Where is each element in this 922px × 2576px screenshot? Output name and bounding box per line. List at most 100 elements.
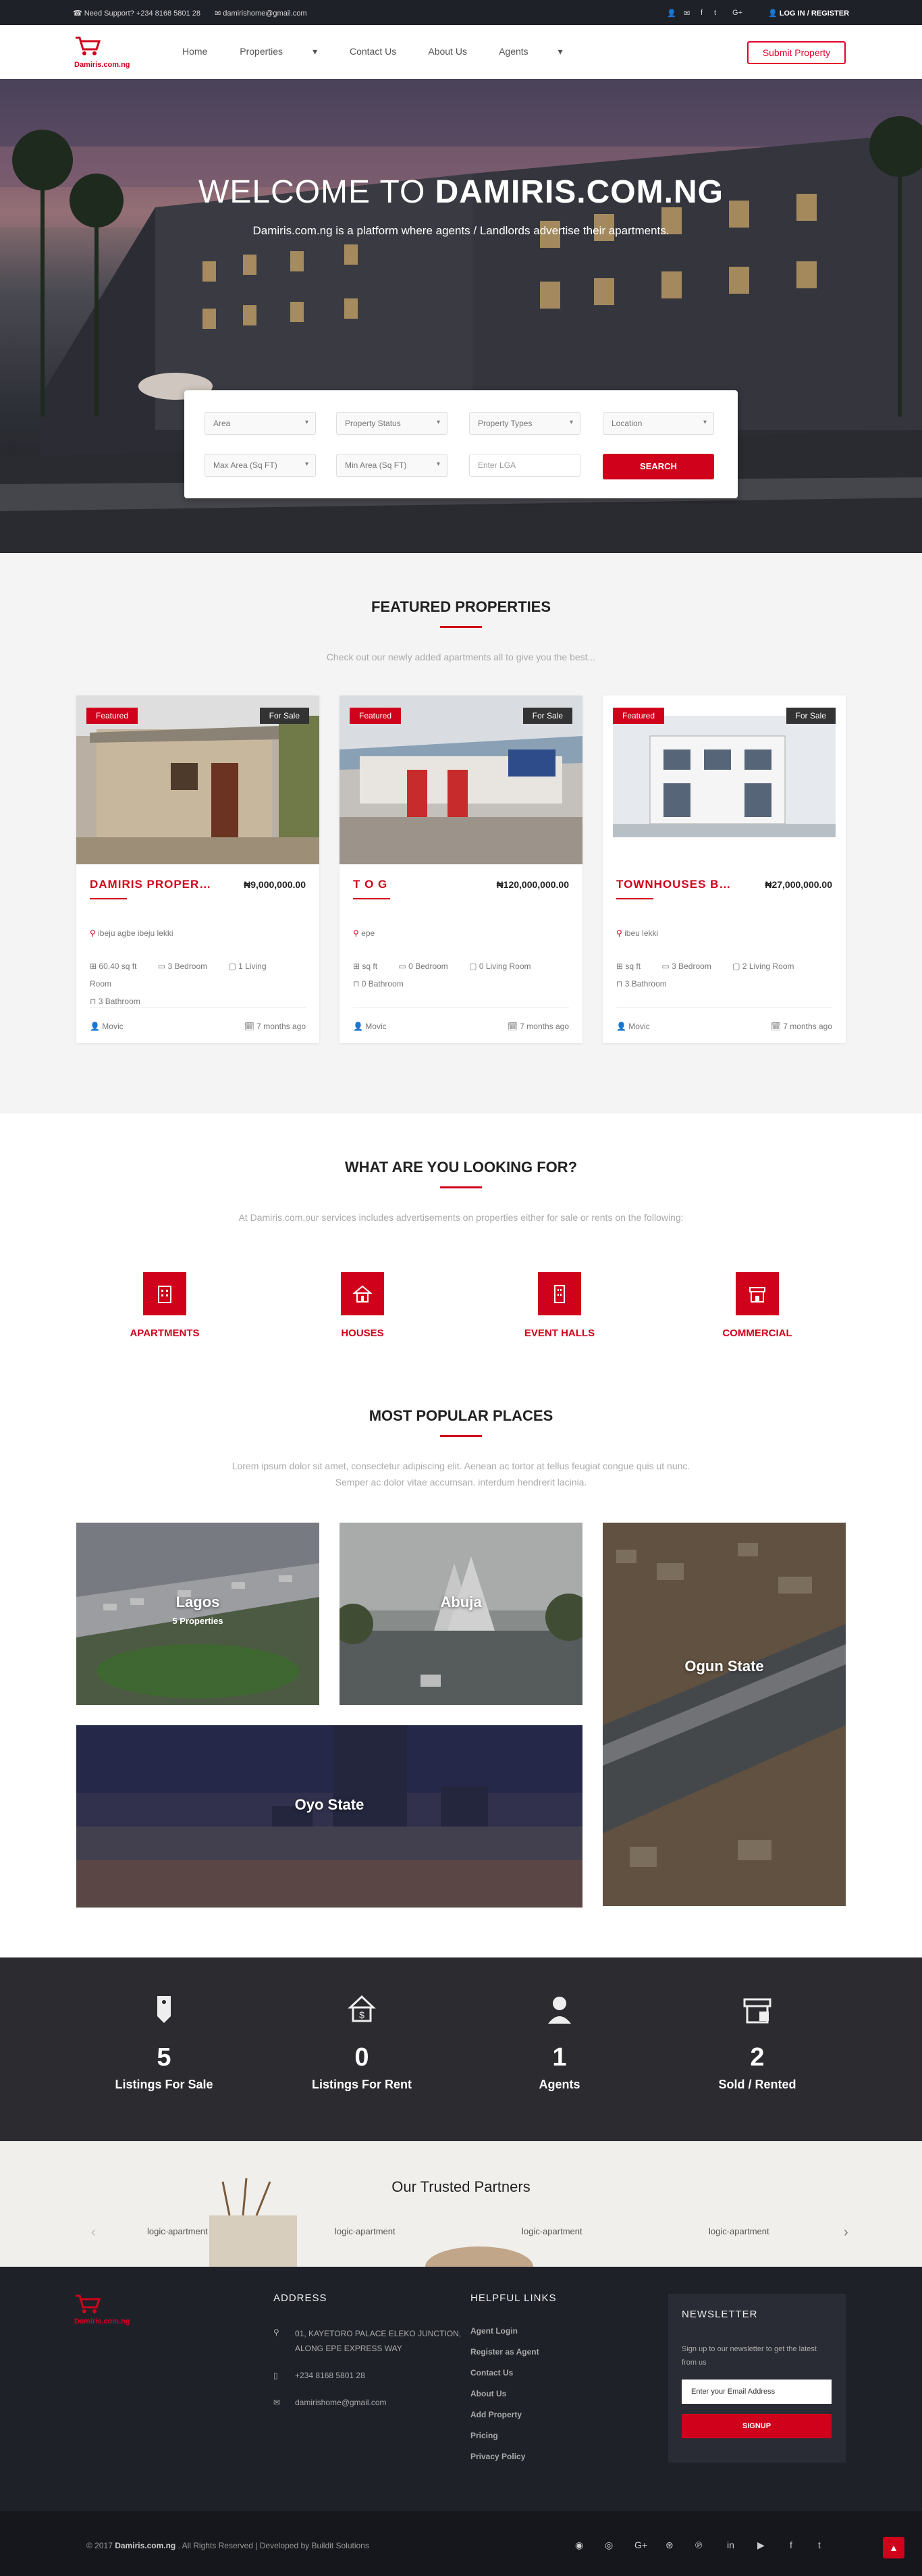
card-divider bbox=[90, 1007, 306, 1008]
property-agent[interactable]: 👤 Movic bbox=[353, 1022, 387, 1031]
category-event-halls[interactable]: EVENT HALLS bbox=[492, 1272, 627, 1339]
stats-section: 5 Listings For Sale $ 0 Listings For Ren… bbox=[0, 1957, 922, 2141]
partner-logo[interactable]: logic-apartment bbox=[709, 2226, 769, 2236]
instagram-icon[interactable]: ◎ bbox=[605, 2540, 613, 2551]
property-title[interactable]: TOWNHOUSES BEING... bbox=[616, 878, 738, 891]
footer-link-agent-login[interactable]: Agent Login bbox=[470, 2326, 518, 2336]
logo-text: Damiris.com.ng bbox=[74, 2317, 130, 2325]
place-card-oyo[interactable]: Oyo State bbox=[76, 1725, 582, 1908]
nav-home[interactable]: Home bbox=[182, 46, 207, 57]
google-plus-icon[interactable]: G+ bbox=[634, 2540, 647, 2550]
footer-link-contact[interactable]: Contact Us bbox=[470, 2368, 513, 2377]
user-icon[interactable]: 👤 bbox=[667, 9, 676, 18]
nav-agents[interactable]: Agents ▾ bbox=[499, 46, 563, 57]
partner-logo[interactable]: logic-apartment bbox=[335, 2226, 396, 2236]
nav-about[interactable]: About Us bbox=[428, 46, 467, 57]
featured-title-underline bbox=[440, 626, 482, 628]
support-email[interactable]: ✉ damirishome@gmail.com bbox=[215, 9, 307, 18]
rss-icon[interactable]: ◉ bbox=[575, 2540, 583, 2551]
property-features: ⊞ 60,40 sq ft ▭ 3 Bedroom ▢ 1 Living Roo… bbox=[90, 957, 306, 1010]
place-card-lagos[interactable]: Lagos 5 Properties bbox=[76, 1523, 319, 1705]
logo-text: Damiris.com.ng bbox=[74, 61, 130, 69]
cart-logo-icon bbox=[76, 36, 101, 55]
area-select[interactable]: Area bbox=[205, 412, 316, 435]
carousel-prev-icon[interactable]: ‹ bbox=[91, 2225, 96, 2240]
category-commercial[interactable]: COMMERCIAL bbox=[690, 1272, 825, 1339]
min-area-select[interactable]: Min Area (Sq FT) bbox=[336, 454, 448, 477]
pinterest-icon[interactable]: ℗ bbox=[695, 2540, 702, 2550]
twitter-icon[interactable]: t bbox=[714, 9, 716, 17]
max-area-select[interactable]: Max Area (Sq FT) bbox=[205, 454, 316, 477]
login-register-link[interactable]: 👤 LOG IN / REGISTER bbox=[768, 9, 849, 18]
email-icon: ✉ bbox=[273, 2398, 281, 2407]
property-title[interactable]: T O G bbox=[353, 878, 474, 891]
footer-link-add-property[interactable]: Add Property bbox=[470, 2410, 522, 2419]
category-houses[interactable]: HOUSES bbox=[295, 1272, 430, 1339]
stat-number: 1 bbox=[552, 2043, 567, 2072]
envelope-icon[interactable]: ✉ bbox=[684, 9, 690, 18]
newsletter-signup-button[interactable]: SIGNUP bbox=[682, 2414, 832, 2438]
facebook-icon[interactable]: f bbox=[701, 9, 703, 17]
address-heading: ADDRESS bbox=[273, 2292, 327, 2304]
apartments-icon bbox=[143, 1272, 186, 1315]
facebook-icon[interactable]: f bbox=[790, 2540, 792, 2550]
footer-link-privacy[interactable]: Privacy Policy bbox=[470, 2452, 525, 2461]
property-status-select[interactable]: Property Status bbox=[336, 412, 448, 435]
property-card[interactable]: Featured For Sale T O G ₦120,000,000.00 … bbox=[340, 695, 582, 1043]
property-agent[interactable]: 👤 Movic bbox=[616, 1022, 650, 1031]
address-text: 01, KAYETORO PALACE ELEKO JUNCTION, ALONG… bbox=[295, 2329, 462, 2353]
lookfor-title: WHAT ARE YOU LOOKING FOR? bbox=[344, 1159, 578, 1176]
search-button[interactable]: SEARCH bbox=[603, 454, 714, 479]
partner-logo[interactable]: logic-apartment bbox=[147, 2226, 208, 2236]
property-title[interactable]: DAMIRIS PROPERTY... bbox=[90, 878, 211, 891]
footer-email[interactable]: damirishome@gmail.com bbox=[295, 2398, 387, 2407]
featured-badge: Featured bbox=[86, 708, 138, 724]
lagos-photo bbox=[76, 1523, 319, 1705]
footer-link-pricing[interactable]: Pricing bbox=[470, 2431, 498, 2440]
category-apartments[interactable]: APARTMENTS bbox=[97, 1272, 232, 1339]
event-hall-icon bbox=[538, 1272, 581, 1315]
property-types-select[interactable]: Property Types bbox=[469, 412, 580, 435]
property-agent[interactable]: 👤 Movic bbox=[90, 1022, 124, 1031]
property-card[interactable]: Featured For Sale DAMIRIS PROPERTY... ₦9… bbox=[76, 695, 319, 1043]
svg-text:$: $ bbox=[359, 2009, 364, 2020]
place-card-abuja[interactable]: Abuja bbox=[340, 1523, 582, 1705]
newsletter-box: NEWSLETTER Sign up to our newsletter to … bbox=[668, 2294, 846, 2463]
place-card-ogun[interactable]: Ogun State bbox=[603, 1523, 846, 1906]
bedroom-feature: ▭ 3 Bedroom bbox=[661, 962, 711, 971]
nav-properties[interactable]: Properties ▾ bbox=[240, 46, 317, 57]
site-footer: Damiris.com.ng ADDRESS ⚲ 01, KAYETORO PA… bbox=[0, 2267, 922, 2511]
featured-properties-section: FEATURED PROPERTIES Check out our newly … bbox=[0, 553, 922, 1113]
footer-link-about[interactable]: About Us bbox=[470, 2389, 506, 2398]
property-time: 🗓 7 months ago bbox=[244, 1022, 306, 1031]
stat-label: Listings For Rent bbox=[312, 2078, 412, 2091]
status-badge: For Sale bbox=[259, 708, 309, 724]
footer-logo[interactable]: Damiris.com.ng bbox=[74, 2294, 130, 2325]
property-location: ⚲ ibeju agbe ibeju lekki bbox=[90, 928, 173, 938]
size-feature: ⊞ 60,40 sq ft bbox=[90, 962, 137, 971]
twitter-icon[interactable]: t bbox=[818, 2540, 821, 2550]
nav-contact[interactable]: Contact Us bbox=[350, 46, 396, 57]
carousel-next-icon[interactable]: › bbox=[844, 2225, 848, 2240]
dribbble-icon[interactable]: ⊛ bbox=[666, 2540, 674, 2551]
phone-icon: ▯ bbox=[273, 2371, 278, 2380]
stat-label: Sold / Rented bbox=[718, 2078, 796, 2091]
youtube-icon[interactable]: ▶ bbox=[757, 2540, 765, 2551]
newsletter-email-input[interactable]: Enter your Email Address bbox=[682, 2380, 832, 2404]
place-name: Ogun State bbox=[684, 1658, 764, 1675]
site-logo[interactable]: Damiris.com.ng bbox=[74, 36, 142, 69]
property-card[interactable]: Featured For Sale TOWNHOUSES BEING... ₦2… bbox=[603, 695, 846, 1043]
submit-property-button[interactable]: Submit Property bbox=[747, 41, 846, 64]
linkedin-icon[interactable]: in bbox=[727, 2540, 734, 2550]
scroll-to-top-button[interactable]: ▲ bbox=[883, 2537, 904, 2558]
card-divider bbox=[616, 1007, 832, 1008]
stat-agents: 1 Agents bbox=[472, 1993, 647, 2092]
partner-logo[interactable]: logic-apartment bbox=[522, 2226, 582, 2236]
google-plus-icon[interactable]: G+ bbox=[732, 9, 742, 17]
location-select[interactable]: Location bbox=[603, 412, 714, 435]
abuja-photo bbox=[340, 1523, 582, 1705]
agent-icon bbox=[548, 1997, 571, 2024]
lga-input[interactable]: Enter LGA bbox=[469, 454, 580, 477]
main-navbar: Damiris.com.ng Home Properties ▾ Contact … bbox=[0, 25, 922, 79]
footer-link-register-agent[interactable]: Register as Agent bbox=[470, 2347, 539, 2357]
